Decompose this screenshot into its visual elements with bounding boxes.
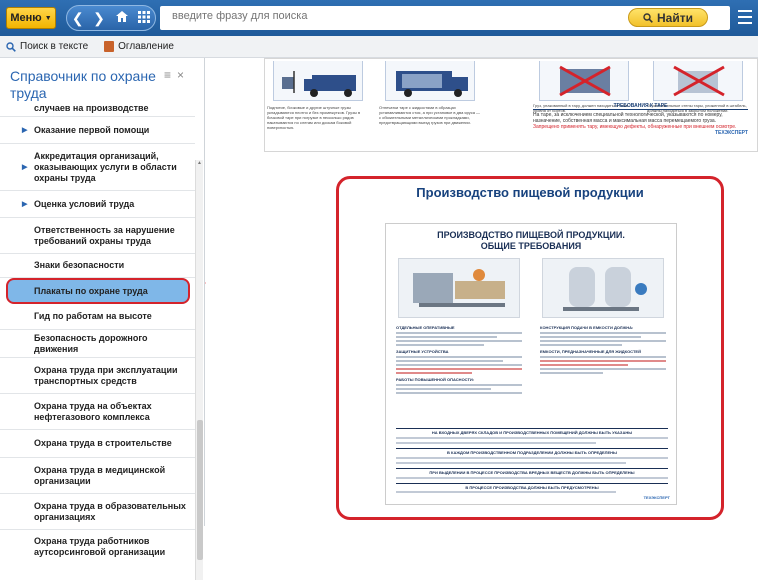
grid-icon[interactable] bbox=[138, 10, 151, 26]
poster-card-title: Производство пищевой продукции bbox=[416, 185, 644, 200]
home-icon[interactable] bbox=[115, 10, 129, 26]
truck-barrels-illustration bbox=[385, 61, 475, 101]
poster-right-column: КОНСТРУКЦИЯ ПОДАЧИ В ЕМКОСТИ ДОЛЖНА: ЕМК… bbox=[540, 322, 666, 374]
document-content: Поднятие, бочковые и другие штучные груз… bbox=[206, 58, 758, 526]
tare-title: ТРЕБОВАНИЯ К ТАРЕ bbox=[533, 103, 748, 110]
close-icon[interactable]: × bbox=[177, 68, 190, 82]
search-input[interactable] bbox=[172, 10, 632, 22]
sidebar-item-label: Безопасность дорожного движения bbox=[34, 332, 148, 354]
sidebar-item[interactable]: ▶ Оказание первой помощи bbox=[0, 117, 195, 144]
previous-poster: Поднятие, бочковые и другие штучные груз… bbox=[264, 58, 758, 152]
find-button[interactable]: Найти bbox=[628, 8, 708, 27]
caret-down-icon: ▼ bbox=[44, 14, 52, 22]
sidebar-item-label: Плакаты по охране труда bbox=[34, 285, 148, 296]
sidebar-list: случаев на производстве ▶ Оказание перво… bbox=[0, 100, 195, 564]
tare-text: На таре, за исключением специальной техн… bbox=[533, 112, 723, 124]
poster-caption: Отпечатки таре с жидкостями в образцах у… bbox=[379, 105, 481, 125]
sidebar-item[interactable]: Безопасность дорожного движения bbox=[0, 330, 195, 358]
poster-section-heading: ОТДЕЛЬНЫЕ ОПЕРАТИВНЫЕ bbox=[396, 325, 455, 330]
search-box: Найти bbox=[160, 6, 730, 30]
poster-logo: ТЕХЭКСПЕРТ bbox=[643, 495, 670, 500]
sidebar-item[interactable]: Охрана труда в строительстве bbox=[0, 430, 195, 458]
sidebar-item-label: Оценка условий труда bbox=[34, 198, 135, 209]
poster-cell: Отпечатки таре с жидкостями в образцах у… bbox=[377, 59, 487, 153]
sidebar-item-label: Гид по работам на высоте bbox=[34, 311, 152, 321]
sidebar-item[interactable]: ▶ Аккредитация организаций, оказывающих … bbox=[0, 144, 195, 191]
search-in-text-button[interactable]: Поиск в тексте bbox=[6, 41, 88, 52]
sidebar-item[interactable]: Охрана труда работников аутсорсинговой о… bbox=[0, 530, 195, 564]
sidebar-scrollbar[interactable]: ▲ bbox=[195, 160, 203, 580]
poster-card[interactable]: Производство пищевой продукции ПРОИЗВОДС… bbox=[336, 176, 724, 520]
sidebar-item-label: Знаки безопасности bbox=[34, 260, 125, 270]
scroll-thumb[interactable] bbox=[197, 420, 203, 560]
back-arrow-icon[interactable]: ❮ bbox=[72, 10, 84, 27]
top-toolbar: Меню ▼ ❮ ❯ Найти bbox=[0, 0, 758, 36]
sidebar-item-label: Аккредитация организаций, оказывающих ус… bbox=[34, 150, 177, 183]
poster-section-heading: КОНСТРУКЦИЯ ПОДАЧИ В ЕМКОСТИ ДОЛЖНА: bbox=[540, 325, 634, 330]
search-in-text-label: Поиск в тексте bbox=[20, 41, 89, 52]
sidebar-item-label: Охрана труда при эксплуатации транспортн… bbox=[34, 364, 178, 386]
sidebar-item-label: Ответственность за нарушение требований … bbox=[34, 224, 175, 246]
prev-poster-logo: ТЕХЭКСПЕРТ bbox=[714, 130, 748, 136]
sidebar-item[interactable]: Охрана труда в образовательных организац… bbox=[0, 494, 195, 530]
expand-triangle-icon[interactable]: ▶ bbox=[22, 125, 27, 136]
book-icon bbox=[104, 41, 115, 52]
sidebar-item[interactable]: Гид по работам на высоте bbox=[0, 304, 195, 330]
poster-section-heading: ЗАЩИТНЫЕ УСТРОЙСТВА bbox=[396, 349, 449, 354]
poster-heading-line-1: ПРОИЗВОДСТВО ПИЩЕВОЙ ПРОДУКЦИИ. bbox=[437, 230, 625, 240]
sidebar-item-label: Охрана труда в медицинской организации bbox=[34, 464, 166, 486]
poster-left-column: ОТДЕЛЬНЫЕ ОПЕРАТИВНЫЕ ЗАЩИТНЫЕ УСТРОЙСТВ… bbox=[396, 322, 522, 394]
sidebar-item[interactable]: ▶ Оценка условий труда bbox=[0, 191, 195, 218]
sidebar-item-label: Охрана труда в строительстве bbox=[34, 438, 172, 448]
tare-requirements: ТРЕБОВАНИЯ К ТАРЕ На таре, за исключение… bbox=[533, 103, 748, 136]
sidebar-item[interactable]: Ответственность за нарушение требований … bbox=[0, 218, 195, 254]
sidebar-item[interactable]: Охрана труда в медицинской организации bbox=[0, 458, 195, 494]
poster-band: В КАЖДОМ ПРОИЗВОДСТВЕННОМ ПОДРАЗДЕЛЕНИИ … bbox=[396, 448, 668, 455]
nav-buttons: ❮ ❯ bbox=[66, 5, 156, 31]
expand-triangle-icon[interactable]: ▶ bbox=[22, 162, 27, 173]
contents-label: Оглавление bbox=[118, 41, 174, 52]
find-label: Найти bbox=[657, 10, 693, 25]
search-icon bbox=[6, 41, 16, 52]
sidebar-item-label: Оказание первой помощи bbox=[34, 124, 150, 135]
crossed-cargo-illustration bbox=[539, 61, 629, 101]
contents-button[interactable]: Оглавление bbox=[104, 41, 174, 52]
poster-section-heading: РАБОТЫ ПОВЫШЕННОЙ ОПАСНОСТИ: bbox=[396, 377, 475, 382]
expand-triangle-icon[interactable]: ▶ bbox=[22, 199, 27, 210]
contents-sidebar: Справочник по охране труда ≡× случаев на… bbox=[0, 58, 205, 580]
crossed-stack-illustration bbox=[653, 61, 743, 101]
poster-heading-line-2: ОБЩИЕ ТРЕБОВАНИЯ bbox=[480, 241, 582, 251]
sidebar-item[interactable]: Охрана труда при эксплуатации транспортн… bbox=[0, 358, 195, 394]
magnifier-icon bbox=[643, 12, 653, 23]
sidebar-item-label: случаев на производстве bbox=[34, 102, 149, 113]
sidebar-item-label: Охрана труда работников аутсорсинговой о… bbox=[34, 536, 166, 557]
sidebar-item-label: Охрана труда в образовательных организац… bbox=[34, 500, 186, 522]
sidebar-item[interactable]: Знаки безопасности bbox=[0, 254, 195, 278]
forklift-truck-illustration bbox=[273, 61, 363, 101]
sidebar-item-active[interactable]: Плакаты по охране труда bbox=[6, 278, 190, 304]
tanks-illustration bbox=[542, 258, 664, 318]
scroll-up-icon[interactable]: ▲ bbox=[197, 160, 202, 166]
poster-cell: Поднятие, бочковые и другие штучные груз… bbox=[265, 59, 375, 153]
poster-section-heading: ЕМКОСТИ, ПРЕДНАЗНАЧЕННЫЕ ДЛЯ ЖИДКОСТЕЙ bbox=[540, 349, 641, 354]
hamburger-menu-icon[interactable] bbox=[738, 10, 752, 24]
sidebar-item-label: Охрана труда на объектах нефтегазового к… bbox=[34, 400, 152, 422]
forward-arrow-icon[interactable]: ❯ bbox=[93, 10, 105, 27]
poster-caption: Поднятие, бочковые и другие штучные груз… bbox=[267, 105, 361, 130]
production-line-illustration bbox=[398, 258, 520, 318]
menu-label: Меню bbox=[10, 12, 42, 24]
poster-heading: ПРОИЗВОДСТВО ПИЩЕВОЙ ПРОДУКЦИИ. ОБЩИЕ ТР… bbox=[386, 230, 676, 252]
poster-band: НА ВХОДНЫХ ДВЕРЯХ СКЛАДОВ И ПРОИЗВОДСТВЕ… bbox=[396, 428, 668, 435]
poster-band: В ПРОЦЕССЕ ПРОИЗВОДСТВА ДОЛЖНЫ БЫТЬ ПРЕД… bbox=[396, 483, 668, 490]
sidebar-item[interactable]: случаев на производстве bbox=[0, 100, 195, 117]
secondary-toolbar: Поиск в тексте Оглавление bbox=[0, 36, 758, 58]
sidebar-item[interactable]: Охрана труда на объектах нефтегазового к… bbox=[0, 394, 195, 430]
poster-band: ПРИ ВЫДЕЛЕНИИ В ПРОЦЕССЕ ПРОИЗВОДСТВА ВР… bbox=[396, 468, 668, 475]
list-icon[interactable]: ≡ bbox=[164, 68, 177, 82]
sidebar-controls: ≡× bbox=[164, 68, 190, 82]
sidebar-title: Справочник по охране труда bbox=[10, 68, 156, 101]
menu-button[interactable]: Меню ▼ bbox=[6, 7, 56, 29]
poster-thumbnail[interactable]: ПРОИЗВОДСТВО ПИЩЕВОЙ ПРОДУКЦИИ. ОБЩИЕ ТР… bbox=[385, 223, 677, 505]
